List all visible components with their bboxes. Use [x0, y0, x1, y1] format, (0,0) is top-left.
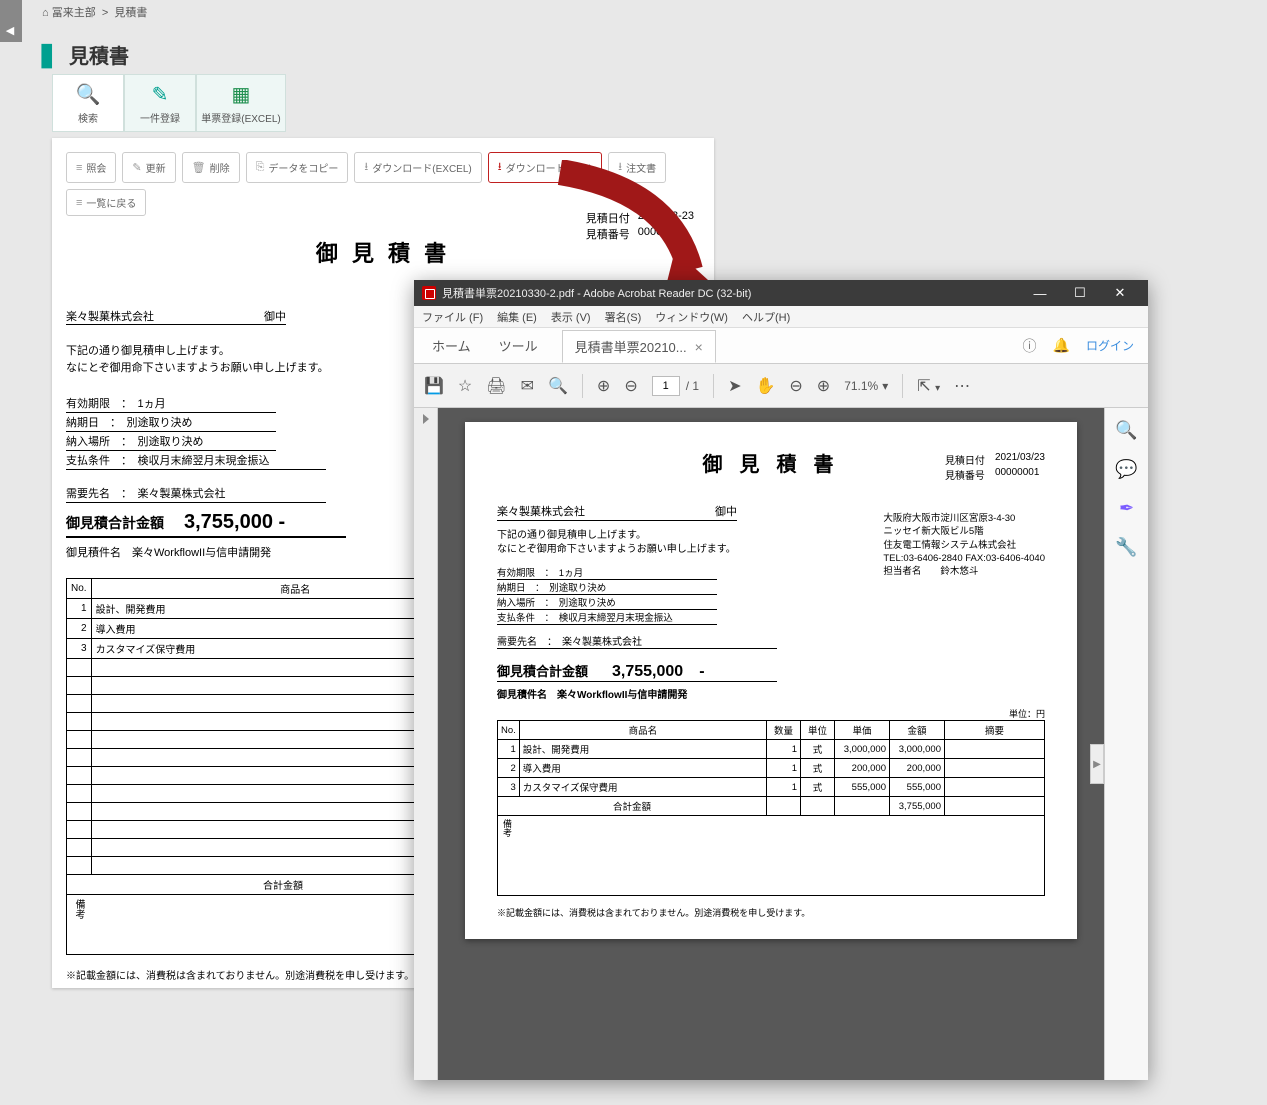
pdf-remarks: 備考 [497, 816, 1045, 896]
download-icon: ⭳ [618, 158, 622, 177]
pointer-icon[interactable]: ➤ [728, 376, 741, 396]
acrobat-left-sidebar[interactable] [414, 408, 438, 1080]
tab-tools[interactable]: ツール [495, 328, 542, 363]
pencil-icon: ✎ [132, 161, 141, 174]
sign-panel-icon[interactable]: ✒ [1119, 498, 1134, 519]
zoom-select[interactable]: 71.1% ▾ [844, 379, 888, 393]
table-row: 2導入費用1式200,000200,000 [498, 759, 1045, 778]
chevron-down-icon: ▾ [882, 379, 888, 393]
tools-panel-icon[interactable]: 🔧 [1115, 537, 1137, 558]
page-down-icon[interactable]: ⊖ [624, 376, 637, 396]
menu-window[interactable]: ウィンドウ(W) [655, 309, 728, 325]
menu-sign[interactable]: 署名(S) [605, 309, 642, 325]
maximize-button[interactable]: ☐ [1060, 280, 1100, 306]
menu-edit[interactable]: 編集 (E) [497, 309, 537, 325]
acrobat-tabs: ホーム ツール 見積書単票20210... × ⓘ 🔔 ログイン [414, 328, 1148, 364]
bell-icon[interactable]: 🔔 [1053, 337, 1070, 354]
search-icon: 🔍 [76, 82, 101, 107]
page-title: ▋ 見積書 [42, 40, 129, 69]
page-up-icon[interactable]: ⊕ [597, 376, 610, 396]
login-link[interactable]: ログイン [1086, 337, 1134, 354]
acrobat-toolbar: 💾 ☆ 🖨 ✉ 🔍 ⊕ ⊖ / 1 ➤ ✋ ⊖ ⊕ 71.1% ▾ ⇱ ▾ ⋯ [414, 364, 1148, 408]
table-row: 1設計、開発費用1式3,000,0003,000,000 [498, 740, 1045, 759]
pdf-party: 楽々製菓株式会社 御中 [497, 503, 737, 521]
folder-icon: ▋ [42, 46, 57, 68]
zoom-out-icon[interactable]: ⊖ [789, 376, 802, 396]
back-to-list-button[interactable]: ≡一覧に戻る [66, 189, 146, 216]
close-button[interactable]: ✕ [1100, 280, 1140, 306]
comment-panel-icon[interactable]: 💬 [1115, 459, 1137, 480]
breadcrumb: ⌂ 冨来主部 > 見積書 [42, 4, 147, 20]
search-icon[interactable]: 🔍 [548, 376, 568, 396]
doc-meta: 見積日付2021-03-23 見積番号00000001 [586, 210, 694, 242]
pdf-total: 御見積合計金額 3,755,000 - [497, 657, 777, 682]
tab-single-register[interactable]: ✎ 一件登録 [124, 74, 196, 132]
edit-icon: ✎ [152, 82, 169, 107]
breadcrumb-current: 見積書 [114, 7, 147, 19]
pdf-icon [422, 286, 436, 300]
tab-search[interactable]: 🔍 検索 [52, 74, 124, 132]
pdf-page: 御 見 積 書 見積日付2021/03/23 見積番号00000001 楽々製菓… [465, 422, 1077, 939]
breadcrumb-root[interactable]: 冨来主部 [52, 7, 96, 19]
minimize-button[interactable]: — [1020, 280, 1060, 306]
tab-home[interactable]: ホーム [428, 328, 475, 363]
pdf-item-name: 御見積件名 楽々WorkflowII与信申請開発 [497, 686, 1045, 701]
tab-document[interactable]: 見積書単票20210... × [562, 330, 716, 363]
download-icon: ⭳ [498, 158, 502, 177]
party-name: 楽々製菓株式会社 御中 [66, 308, 286, 325]
order-button[interactable]: ⭳注文書 [608, 152, 666, 183]
inquiry-button[interactable]: ≡照会 [66, 152, 116, 183]
acrobat-menubar: ファイル (F) 編集 (E) 表示 (V) 署名(S) ウィンドウ(W) ヘル… [414, 306, 1148, 328]
update-button[interactable]: ✎更新 [122, 152, 175, 183]
search-panel-icon[interactable]: 🔍 [1115, 420, 1137, 441]
window-title-text: 見積書単票20210330-2.pdf - Adobe Acrobat Read… [442, 285, 751, 301]
right-panel-collapse[interactable]: ▶ [1090, 744, 1104, 784]
side-panel-stub: ◀ [0, 0, 22, 40]
download-excel-button[interactable]: ⭳ダウンロード(EXCEL) [354, 152, 481, 183]
home-icon[interactable]: ⌂ [42, 7, 49, 19]
download-icon: ⭳ [364, 158, 368, 177]
pdf-disclaimer: ※記載金額には、消費税は含まれておりません。別途消費税を申し受けます。 [497, 906, 1045, 919]
tab-bar: 🔍 検索 ✎ 一件登録 ▦ 単票登録(EXCEL) [52, 74, 286, 132]
demand-name: 需要先名 ： 楽々製菓株式会社 [66, 484, 326, 503]
mail-icon[interactable]: ✉ [521, 376, 534, 396]
collapse-icon[interactable]: ◀ [0, 20, 22, 42]
help-icon[interactable]: ⓘ [1023, 336, 1037, 356]
download-pdf-button[interactable]: ⭳ダウンロード(PDF) [488, 152, 603, 183]
copy-icon: ⎘ [256, 161, 265, 174]
trash-icon: 🗑 [192, 161, 206, 174]
star-icon[interactable]: ☆ [458, 376, 472, 396]
acrobat-right-sidebar: 🔍 💬 ✒ 🔧 [1104, 408, 1148, 1080]
table-row: 3カスタマイズ保守費用1式555,000555,000 [498, 778, 1045, 797]
menu-file[interactable]: ファイル (F) [422, 309, 483, 325]
menu-help[interactable]: ヘルプ(H) [742, 309, 790, 325]
excel-icon: ▦ [232, 82, 251, 107]
list-icon: ≡ [76, 162, 82, 174]
pdf-demand: 需要先名 ： 楽々製菓株式会社 [497, 633, 777, 649]
acrobat-body: 御 見 積 書 見積日付2021/03/23 見積番号00000001 楽々製菓… [414, 408, 1148, 1080]
acrobat-titlebar[interactable]: 見積書単票20210330-2.pdf - Adobe Acrobat Read… [414, 280, 1148, 306]
pdf-unit-label: 単位：円 [497, 707, 1045, 720]
acrobat-page-area[interactable]: 御 見 積 書 見積日付2021/03/23 見積番号00000001 楽々製菓… [438, 408, 1104, 1080]
pdf-sender: 大阪府大阪市淀川区宮原3-4-30 ニッセイ新大阪ビル5階 住友電工情報システム… [883, 512, 1045, 578]
view-mode-icon[interactable]: ⇱ ▾ [917, 376, 940, 396]
delete-button[interactable]: 🗑削除 [182, 152, 240, 183]
more-icon[interactable]: ⋯ [954, 376, 970, 396]
page-current-input[interactable] [652, 376, 680, 396]
page-title-text: 見積書 [69, 46, 129, 68]
tab-close-icon[interactable]: × [695, 339, 703, 355]
hand-icon[interactable]: ✋ [755, 376, 775, 396]
acrobat-window: 見積書単票20210330-2.pdf - Adobe Acrobat Read… [414, 280, 1148, 1080]
page-indicator: / 1 [652, 376, 699, 396]
pdf-meta: 見積日付2021/03/23 見積番号00000001 [945, 452, 1045, 482]
total-amount: 御見積合計金額 3,755,000 - [66, 509, 346, 538]
pdf-items-table: No. 商品名 数量 単位 単価 金額 摘要 1設計、開発費用1式3,000,0… [497, 720, 1045, 816]
save-icon[interactable]: 💾 [424, 376, 444, 396]
zoom-in-icon[interactable]: ⊕ [817, 376, 830, 396]
print-icon[interactable]: 🖨 [486, 376, 506, 396]
list-icon: ≡ [76, 197, 82, 209]
tab-excel-register[interactable]: ▦ 単票登録(EXCEL) [196, 74, 286, 132]
menu-view[interactable]: 表示 (V) [551, 309, 591, 325]
copy-button[interactable]: ⎘データをコピー [246, 152, 349, 183]
